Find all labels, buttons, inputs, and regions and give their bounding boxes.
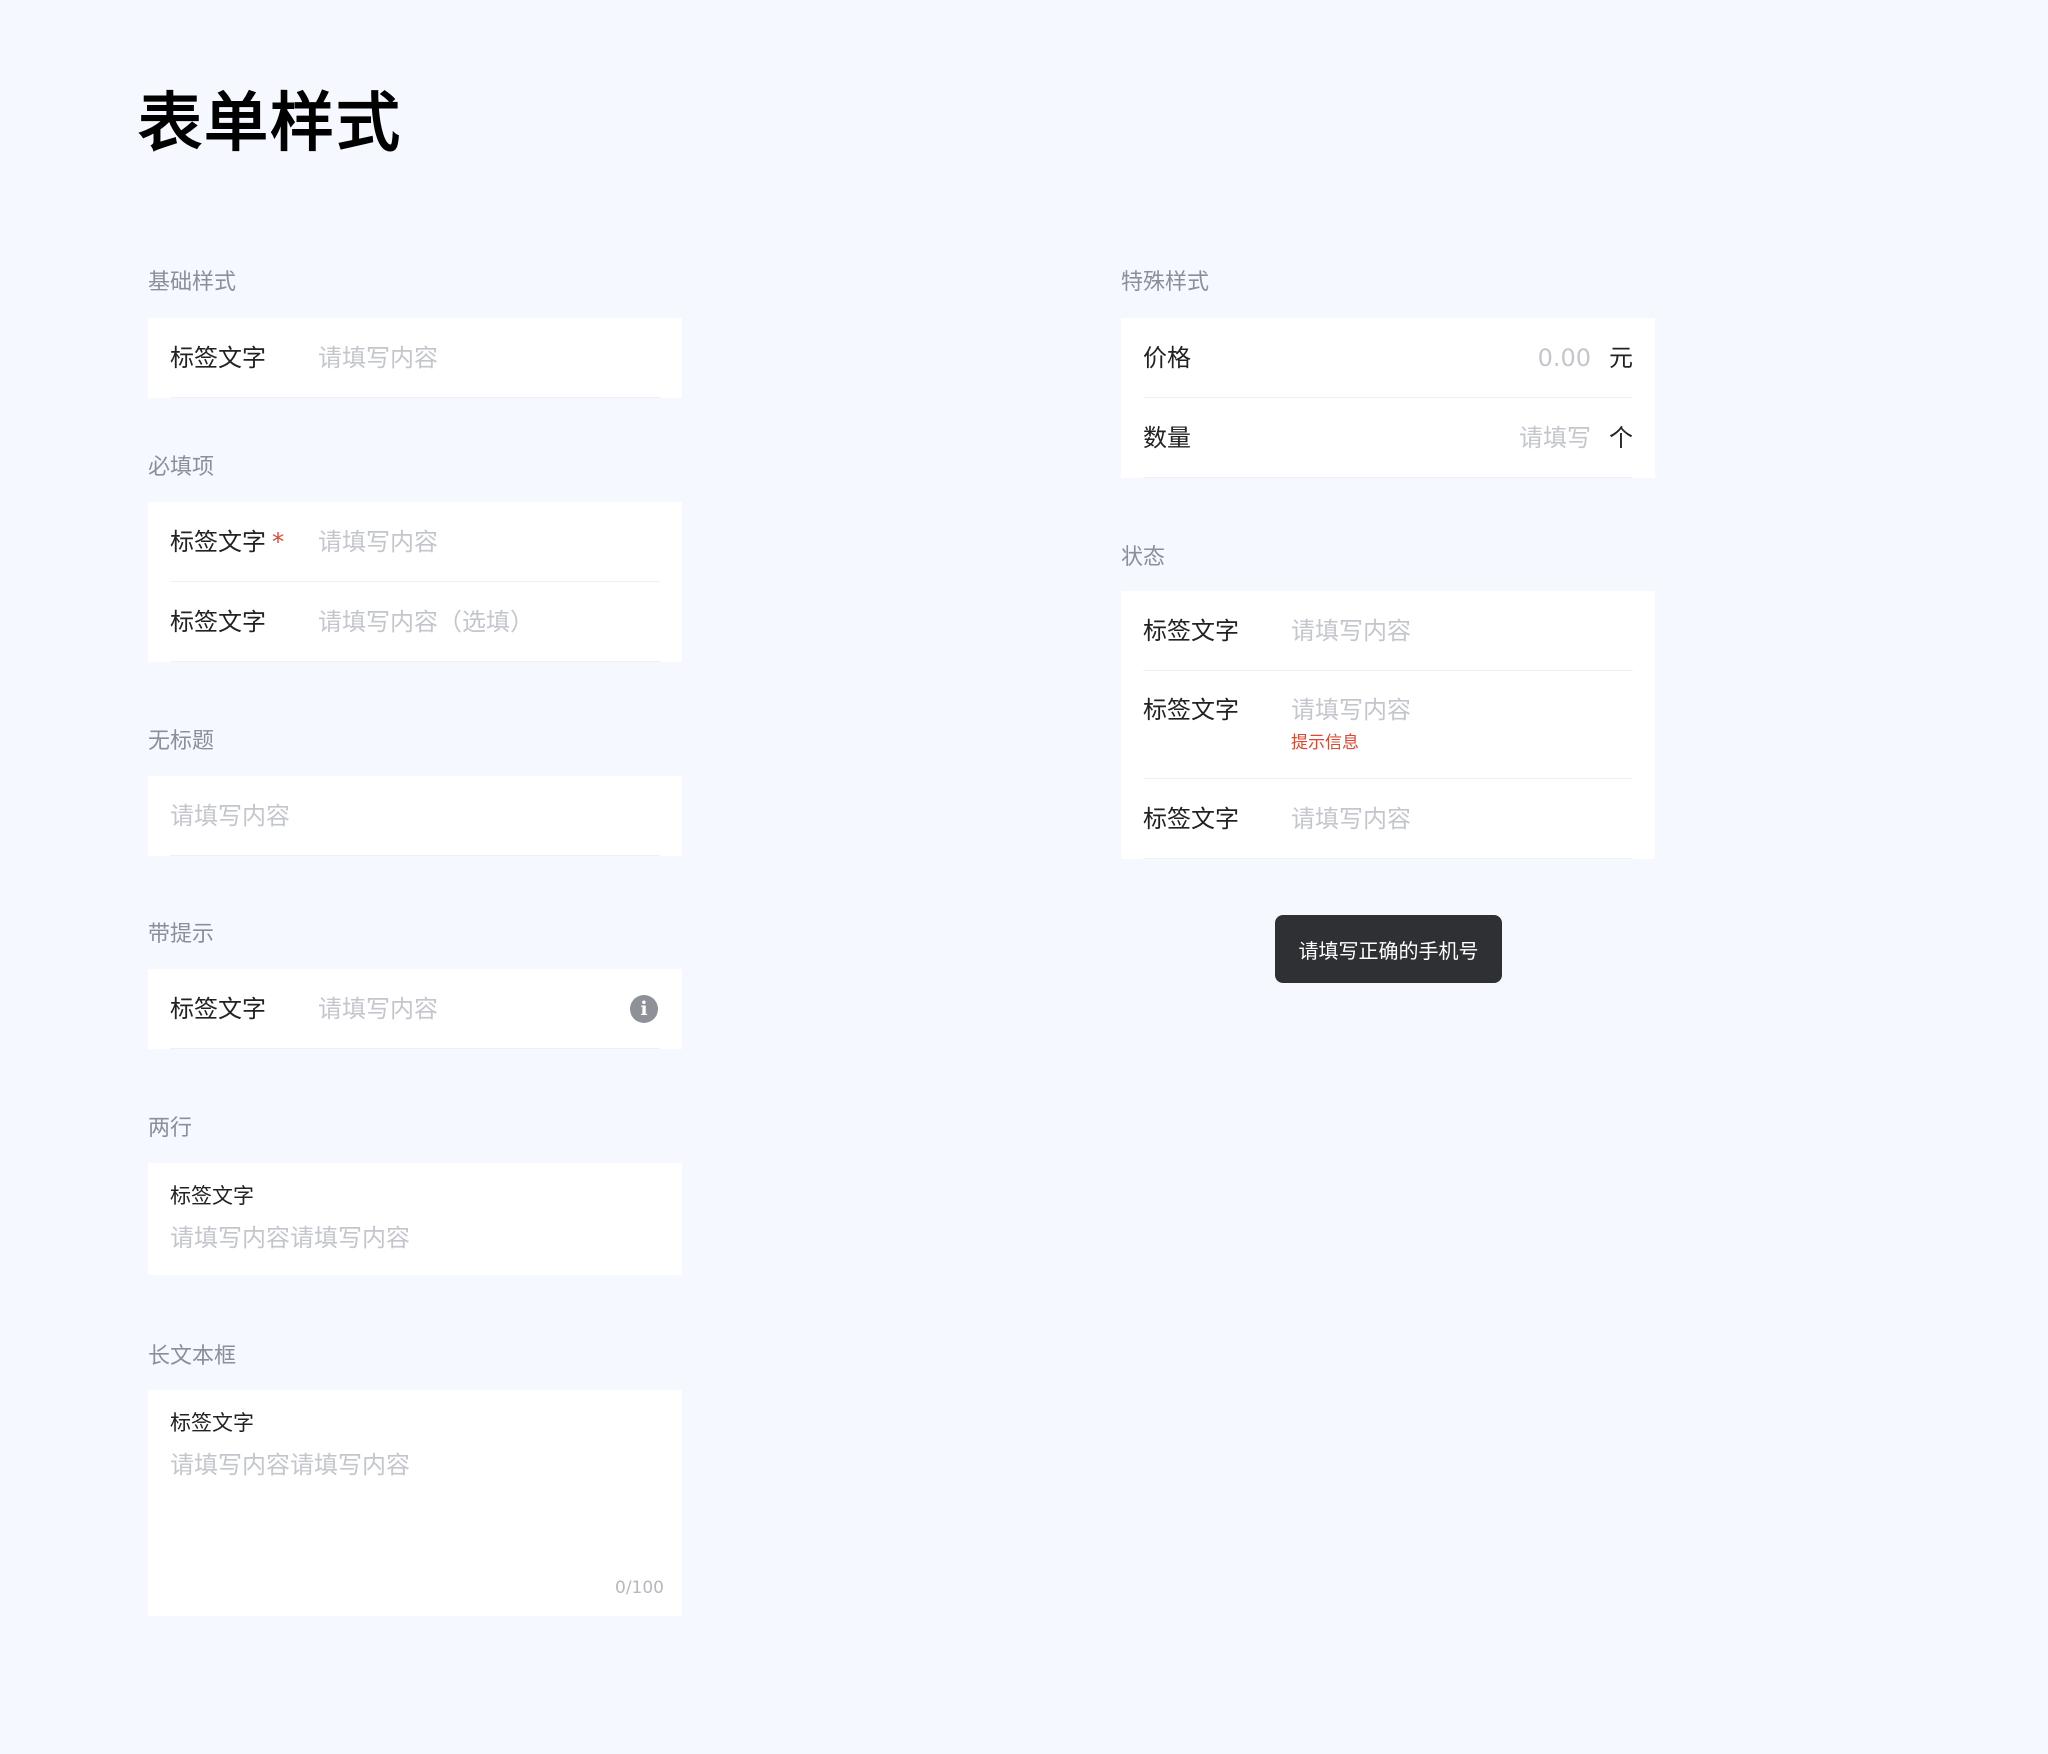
with-tip-form-card: 标签文字 i xyxy=(148,969,682,1049)
quantity-unit: 个 xyxy=(1609,423,1633,452)
field-label: 标签文字 xyxy=(1143,616,1239,645)
field-label: 标签文字 xyxy=(1143,696,1239,724)
form-row-basic: 标签文字 xyxy=(170,318,660,398)
char-counter: 0/100 xyxy=(615,1578,664,1598)
required-mark: * xyxy=(272,527,284,556)
form-row-optional: 标签文字 xyxy=(170,582,660,662)
text-input-status-third[interactable] xyxy=(1291,801,1633,836)
form-row-quantity: 数量 个 xyxy=(1143,398,1633,478)
long-text-form-card: 标签文字 0/100 xyxy=(148,1390,682,1616)
form-row-status-error: 标签文字 提示信息 xyxy=(1143,671,1633,779)
section-title-required: 必填项 xyxy=(148,455,215,480)
status-form-card: 标签文字 标签文字 提示信息 标签文字 xyxy=(1121,591,1655,859)
special-form-card: 价格 元 数量 个 xyxy=(1121,318,1655,478)
field-label: 标签文字 xyxy=(170,607,266,636)
quantity-input[interactable] xyxy=(1291,420,1591,455)
textarea-long-text[interactable] xyxy=(170,1448,660,1538)
text-input-no-title[interactable] xyxy=(170,798,660,833)
price-unit: 元 xyxy=(1609,343,1633,372)
basic-form-card: 标签文字 xyxy=(148,318,682,398)
section-title-special: 特殊样式 xyxy=(1121,270,1210,295)
toast-message: 请填写正确的手机号 xyxy=(1275,915,1502,983)
field-label-text: 标签文字 xyxy=(170,527,266,556)
field-label-quantity: 数量 xyxy=(1143,423,1191,452)
form-row-status-third: 标签文字 xyxy=(1143,779,1633,859)
no-title-form-card xyxy=(148,776,682,856)
page-title: 表单样式 xyxy=(138,87,402,161)
field-label: 标签文字 xyxy=(170,343,266,372)
input-with-error: 提示信息 xyxy=(1291,671,1633,755)
two-line-form-card: 标签文字 xyxy=(148,1163,682,1275)
info-icon[interactable]: i xyxy=(630,994,658,1023)
field-label: 标签文字 xyxy=(1143,804,1239,833)
text-input-required[interactable] xyxy=(318,524,660,559)
section-title-long-text: 长文本框 xyxy=(148,1344,237,1369)
price-input[interactable] xyxy=(1291,340,1591,375)
form-row-required: 标签文字 * xyxy=(170,502,660,582)
form-row-no-title xyxy=(170,776,660,856)
error-message: 提示信息 xyxy=(1291,733,1359,753)
text-input-optional[interactable] xyxy=(318,604,660,639)
text-input-status-error[interactable] xyxy=(1291,693,1633,727)
text-input-with-tip[interactable] xyxy=(318,991,630,1026)
field-label-price: 价格 xyxy=(1143,343,1191,372)
section-title-basic: 基础样式 xyxy=(148,270,237,295)
form-row-with-tip: 标签文字 i xyxy=(170,969,660,1049)
required-form-card: 标签文字* 标签文字 xyxy=(148,502,682,662)
field-label: 标签文字 xyxy=(170,994,266,1023)
section-title-two-line: 两行 xyxy=(148,1116,193,1141)
field-label-required: 标签文字 * xyxy=(170,525,318,559)
field-label-stacked: 标签文字 xyxy=(170,1411,254,1435)
section-title-status: 状态 xyxy=(1121,545,1166,570)
text-input-basic[interactable] xyxy=(318,340,660,375)
text-input-status-normal[interactable] xyxy=(1291,613,1633,648)
section-title-with-tip: 带提示 xyxy=(148,922,215,947)
form-row-status-normal: 标签文字 xyxy=(1143,591,1633,671)
form-row-price: 价格 元 xyxy=(1143,318,1633,398)
text-input-two-line[interactable] xyxy=(170,1221,660,1255)
section-title-no-title: 无标题 xyxy=(148,729,215,754)
field-label-stacked: 标签文字 xyxy=(170,1184,254,1208)
